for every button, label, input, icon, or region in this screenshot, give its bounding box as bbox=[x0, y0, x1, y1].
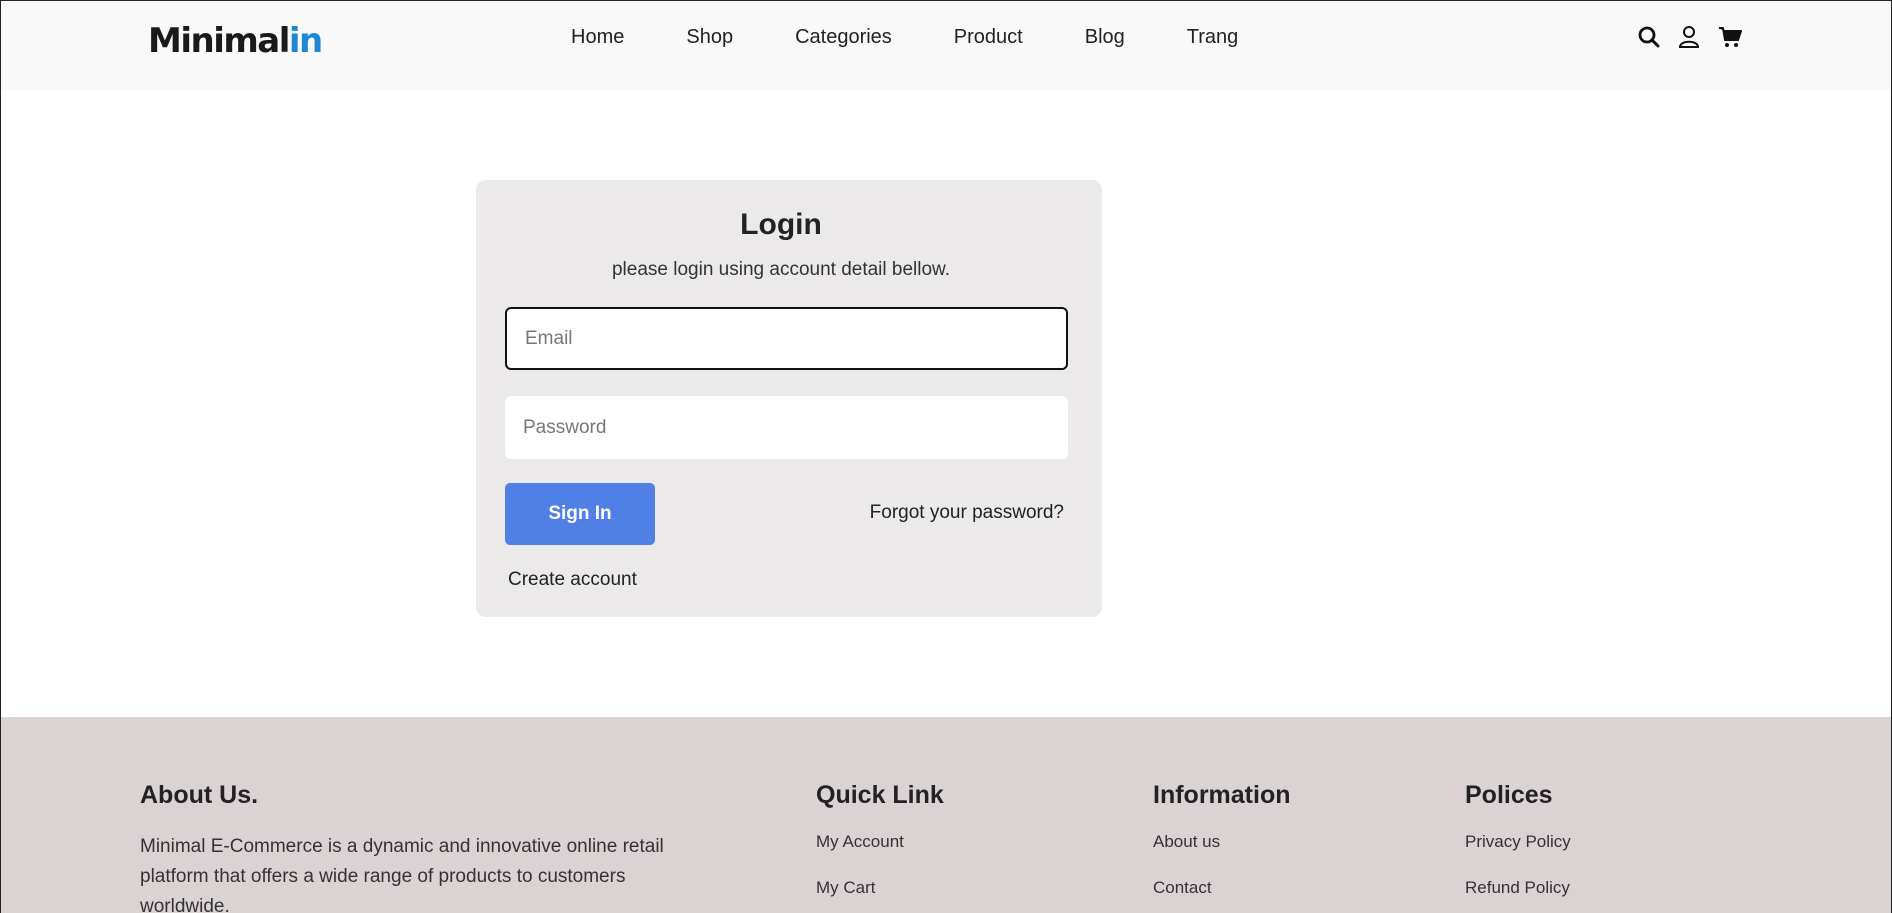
footer-link-refund-policy[interactable]: Refund Policy bbox=[1465, 878, 1571, 898]
nav-home[interactable]: Home bbox=[571, 26, 624, 49]
nav-categories[interactable]: Categories bbox=[795, 26, 892, 49]
password-field[interactable] bbox=[505, 396, 1068, 459]
footer-info-title: Information bbox=[1153, 781, 1291, 809]
footer-policies: Polices Privacy Policy Refund Policy bbox=[1465, 781, 1571, 913]
user-icon[interactable] bbox=[1678, 25, 1700, 49]
logo-accent-text: in bbox=[288, 21, 323, 61]
main-nav: Home Shop Categories Product Blog Trang bbox=[571, 26, 1238, 49]
sign-in-button[interactable]: Sign In bbox=[505, 483, 655, 545]
footer-quick-title: Quick Link bbox=[816, 781, 944, 809]
forgot-password-link[interactable]: Forgot your password? bbox=[870, 502, 1064, 524]
footer-link-privacy-policy[interactable]: Privacy Policy bbox=[1465, 832, 1571, 852]
nav-product[interactable]: Product bbox=[954, 26, 1023, 49]
footer-link-contact[interactable]: Contact bbox=[1153, 878, 1291, 898]
login-card: Login please login using account detail … bbox=[476, 180, 1102, 617]
cart-icon[interactable] bbox=[1718, 25, 1742, 49]
login-subtitle: please login using account detail bellow… bbox=[611, 259, 950, 280]
email-field[interactable] bbox=[505, 307, 1068, 370]
footer-about: About Us. Minimal E-Commerce is a dynami… bbox=[140, 781, 680, 913]
footer-about-text: Minimal E-Commerce is a dynamic and inno… bbox=[140, 836, 664, 913]
footer-policies-title: Polices bbox=[1465, 781, 1553, 809]
footer-about-title: About Us. bbox=[140, 781, 259, 809]
login-title: Login bbox=[740, 208, 822, 241]
footer-information: Information About us Contact bbox=[1153, 781, 1291, 913]
nav-shop[interactable]: Shop bbox=[686, 26, 733, 49]
nav-trang[interactable]: Trang bbox=[1187, 26, 1239, 49]
logo-text: Minimal bbox=[148, 21, 290, 61]
nav-blog[interactable]: Blog bbox=[1085, 26, 1125, 49]
logo[interactable]: Minimalin bbox=[148, 21, 323, 61]
footer-link-my-account[interactable]: My Account bbox=[816, 832, 944, 852]
create-account-link[interactable]: Create account bbox=[508, 569, 637, 591]
site-header: Minimalin Home Shop Categories Product B… bbox=[1, 1, 1891, 90]
footer-link-about-us[interactable]: About us bbox=[1153, 832, 1291, 852]
footer-link-my-cart[interactable]: My Cart bbox=[816, 878, 944, 898]
footer-quick-links: Quick Link My Account My Cart bbox=[816, 781, 944, 913]
site-footer: About Us. Minimal E-Commerce is a dynami… bbox=[1, 717, 1891, 913]
header-icons bbox=[1638, 25, 1742, 49]
search-icon[interactable] bbox=[1638, 25, 1660, 49]
